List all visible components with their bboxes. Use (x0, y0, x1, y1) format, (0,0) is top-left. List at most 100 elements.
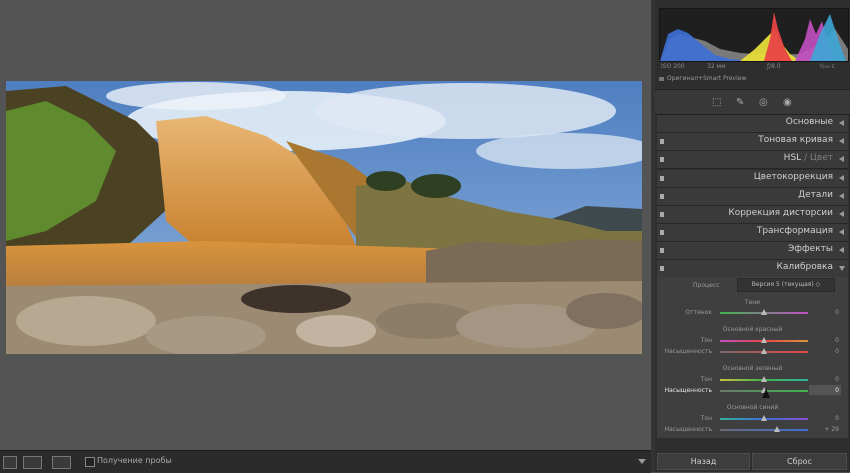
shadows-title: Тени (744, 299, 761, 306)
collapse-arrow-icon (839, 138, 844, 144)
histogram-graph (660, 12, 848, 61)
panel-color-grading-label: Цветокоррекция (753, 172, 833, 182)
collapse-arrow-icon (839, 193, 844, 199)
slider-label: Насыщенность (664, 348, 712, 355)
panel-effects-label: Эффекты (788, 244, 833, 254)
panel-transform-label: Трансформация (756, 226, 833, 236)
compare-view-button[interactable] (23, 456, 42, 469)
panel-calibration-label: Калибровка (776, 262, 833, 272)
toolbar-menu-icon[interactable] (638, 459, 646, 464)
panel-calibration[interactable]: Калибровка (657, 260, 848, 278)
slider-knob[interactable] (761, 348, 767, 354)
slider-knob[interactable] (761, 376, 767, 382)
process-label: Процесс (693, 282, 720, 289)
landscape-photo (6, 81, 642, 354)
smart-preview-icon (659, 76, 664, 81)
iso-value: ISO 200 (661, 63, 685, 70)
crop-icon[interactable]: ⬚ (712, 97, 721, 108)
mouse-cursor-icon (762, 389, 770, 398)
panel-switch-icon[interactable] (660, 248, 664, 253)
mask-icon[interactable]: ◉ (783, 97, 792, 108)
panel-basic[interactable]: Основные (657, 115, 848, 133)
tool-strip: ⬚ ✎ ◎ ◉ (655, 89, 850, 115)
slider-value[interactable]: 0 (835, 415, 839, 422)
panel-switch-icon[interactable] (660, 194, 664, 199)
panel-switch-icon[interactable] (660, 157, 664, 162)
slider-value[interactable]: 0 (835, 337, 839, 344)
slider-label: Насыщенность (664, 426, 712, 433)
panel-transform[interactable]: Трансформация (657, 224, 848, 242)
green-primary-title: Основной зеленый (722, 365, 783, 372)
panel-lens-corrections-label: Коррекция дисторсии (728, 208, 833, 218)
panel-effects[interactable]: Эффекты (657, 242, 848, 260)
photo[interactable] (6, 81, 642, 354)
panel-switch-icon[interactable] (660, 212, 664, 217)
blue-primary-title: Основной синий (726, 404, 779, 411)
panel-switch-icon[interactable] (660, 139, 664, 144)
soft-proof-checkbox[interactable] (85, 457, 95, 467)
process-value: Версия 5 (текущая) (751, 281, 814, 288)
slider-track[interactable] (720, 429, 808, 431)
slider-knob[interactable] (761, 337, 767, 343)
collapse-arrow-icon (839, 120, 844, 126)
panel-switch-icon[interactable] (660, 176, 664, 181)
panel-tone-curve-label: Тоновая кривая (758, 135, 833, 145)
preview-status-label: Оригинал+Smart Preview (667, 75, 747, 82)
filmstrip-toolbar: Получение пробы (0, 450, 651, 473)
collapse-arrow-icon (839, 175, 844, 181)
soft-proof-label: Получение пробы (97, 456, 172, 465)
slider-value[interactable]: 0 (835, 387, 839, 394)
panel-detail-label: Детали (798, 190, 833, 200)
back-button[interactable]: Назад (657, 453, 750, 470)
panel-basic-label: Основные (785, 117, 833, 127)
collapse-arrow-icon (839, 211, 844, 217)
green-saturation-slider[interactable]: Насыщенность 0 (657, 385, 848, 396)
preview-status: Оригинал+Smart Preview (659, 75, 746, 82)
red-hue-slider[interactable]: Тон 0 (657, 336, 848, 346)
collapse-arrow-icon (839, 229, 844, 235)
survey-view-button[interactable] (52, 456, 71, 469)
shadows-tint-slider[interactable]: Оттенок 0 (657, 308, 848, 318)
image-view: Получение пробы (0, 0, 651, 473)
panel-color-grading[interactable]: Цветокоррекция (657, 170, 848, 188)
slider-knob[interactable] (761, 309, 767, 315)
panel-lens-corrections[interactable]: Коррекция дисторсии (657, 206, 848, 224)
panel-switch-icon[interactable] (660, 266, 664, 271)
reset-button[interactable]: Сброс (752, 453, 847, 470)
hsl-tab[interactable]: HSL (784, 153, 802, 163)
red-primary-title: Основной красный (722, 326, 783, 333)
panel-switch-icon[interactable] (660, 230, 664, 235)
slider-label: Тон (700, 337, 712, 344)
slider-value[interactable]: + 29 (824, 426, 839, 433)
slider-label: Тон (700, 376, 712, 383)
focal-length: 32 мм (707, 63, 726, 70)
collapse-arrow-icon (839, 156, 844, 162)
develop-panel: ISO 200 32 мм ƒ/8.0 ¹⁄₂₀₀ с Оригинал+Sma… (655, 0, 850, 472)
aperture-value: ƒ/8.0 (767, 63, 781, 70)
slider-value[interactable]: 0 (835, 376, 839, 383)
panel-detail[interactable]: Детали (657, 188, 848, 206)
red-eye-icon[interactable]: ◎ (759, 97, 768, 108)
red-saturation-slider[interactable]: Насыщенность 0 (657, 347, 848, 357)
shutter-speed: ¹⁄₂₀₀ с (819, 63, 835, 70)
expand-arrow-icon (839, 266, 845, 271)
slider-value[interactable]: 0 (835, 348, 839, 355)
process-select[interactable]: Версия 5 (текущая) ◇ (737, 278, 835, 292)
slider-value[interactable]: 0 (835, 309, 839, 316)
panel-tone-curve[interactable]: Тоновая кривая (657, 133, 848, 151)
collapse-arrow-icon (839, 247, 844, 253)
slider-knob[interactable] (773, 426, 780, 432)
panel-hsl[interactable]: HSL / Цвет (657, 151, 848, 169)
histogram (659, 8, 849, 62)
panel-hsl-label: HSL / Цвет (784, 153, 833, 163)
heal-icon[interactable]: ✎ (736, 97, 744, 108)
slider-knob[interactable] (761, 415, 767, 421)
slider-label: Тон (700, 415, 712, 422)
calibration-body: Процесс Версия 5 (текущая) ◇ Тени Оттено… (657, 277, 848, 438)
slider-label: Насыщенность (664, 387, 712, 394)
blue-hue-slider[interactable]: Тон 0 (657, 414, 848, 424)
blue-saturation-slider[interactable]: Насыщенность + 29 (657, 425, 848, 435)
green-hue-slider[interactable]: Тон 0 (657, 375, 848, 385)
color-tab[interactable]: / Цвет (801, 153, 833, 163)
loupe-view-button[interactable] (3, 456, 17, 469)
